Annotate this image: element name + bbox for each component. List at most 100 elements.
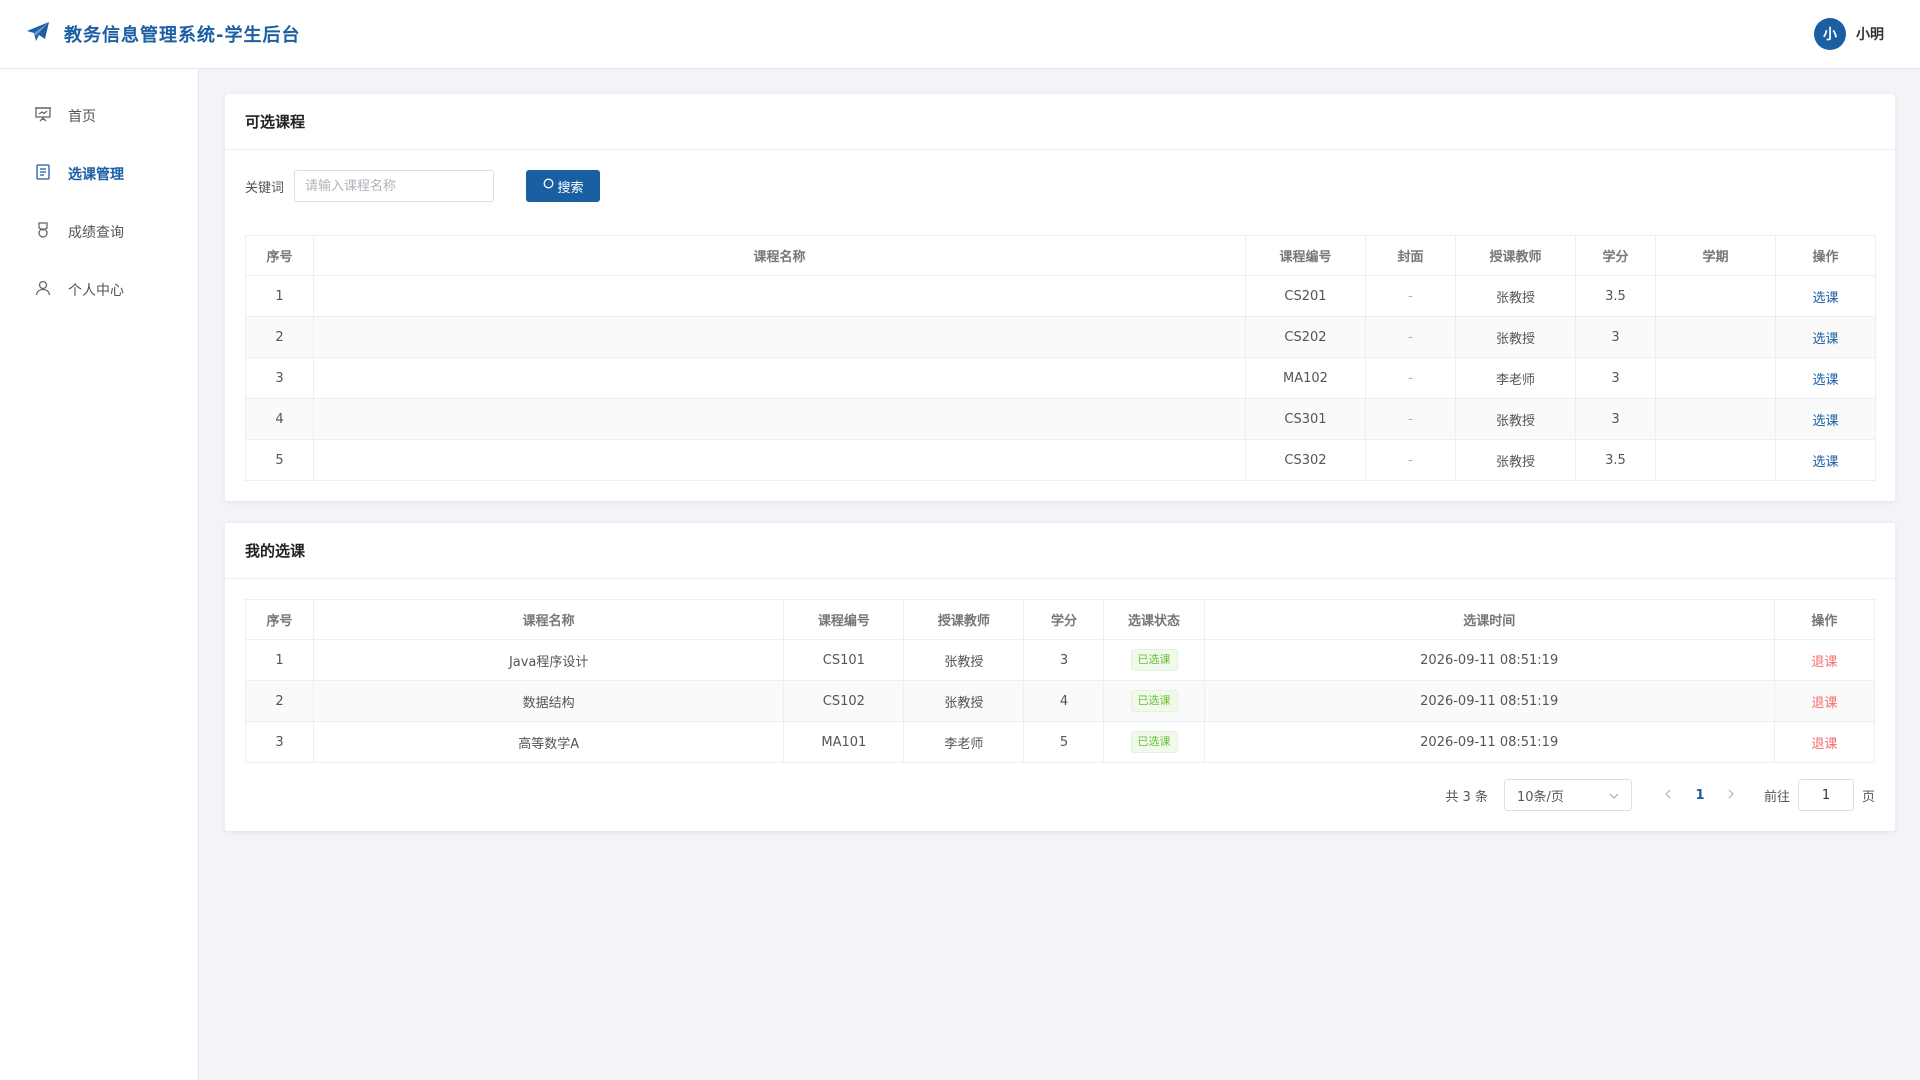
top-header: 教务信息管理系统-学生后台 小 小明	[0, 0, 1920, 69]
cell-credit: 3	[1023, 639, 1105, 681]
select-course-link[interactable]: 选课	[1812, 455, 1838, 470]
cell-credit: 3.5	[1575, 275, 1656, 317]
user-menu[interactable]: 小 小明	[1814, 18, 1892, 50]
column-header: 选课时间	[1203, 599, 1775, 640]
sidebar-item-label: 选课管理	[68, 167, 124, 183]
cell-action: 选课	[1775, 316, 1876, 358]
cell-credit: 3	[1575, 357, 1656, 399]
cell-name	[313, 439, 1246, 481]
cell-name	[313, 316, 1246, 358]
cell-name	[313, 357, 1246, 399]
cell-code: CS202	[1245, 316, 1366, 358]
cell-teacher: 张教授	[903, 639, 1025, 681]
sidebar-item-grades[interactable]: 成绩查询	[0, 203, 198, 261]
cell-cover: -	[1365, 275, 1456, 317]
cell-no: 4	[245, 398, 314, 440]
column-header: 序号	[245, 235, 314, 276]
cell-action: 退课	[1773, 721, 1876, 763]
cell-cover: -	[1365, 398, 1456, 440]
sidebar: 首页 选课管理 成绩查询 个人中心	[0, 69, 199, 1080]
table-row: 1 CS201 - 张教授 3.5 选课	[245, 275, 1876, 317]
column-header: 操作	[1775, 235, 1876, 276]
cell-action: 退课	[1773, 680, 1876, 722]
cell-code: CS101	[783, 639, 905, 681]
cell-teacher: 张教授	[1455, 316, 1576, 358]
user-name[interactable]: 小明	[1856, 24, 1884, 44]
goto-page-input[interactable]	[1797, 779, 1854, 811]
cell-credit: 4	[1023, 680, 1105, 722]
column-header: 授课教师	[903, 599, 1025, 640]
cell-code: MA101	[783, 721, 905, 763]
paper-plane-icon	[26, 21, 50, 47]
cell-time: 2026-09-11 08:51:19	[1203, 721, 1775, 763]
drop-course-link[interactable]: 退课	[1811, 655, 1837, 670]
cell-cover: -	[1365, 316, 1456, 358]
cell-action: 选课	[1775, 275, 1876, 317]
search-input[interactable]	[294, 170, 495, 202]
cell-name	[313, 275, 1246, 317]
column-header: 学分	[1023, 599, 1105, 640]
cell-action: 选课	[1775, 357, 1876, 399]
column-header: 操作	[1773, 599, 1876, 640]
column-header: 选课状态	[1103, 599, 1205, 640]
cell-teacher: 李老师	[903, 721, 1025, 763]
sidebar-item-home[interactable]: 首页	[0, 87, 198, 145]
cell-credit: 3.5	[1575, 439, 1656, 481]
drop-course-link[interactable]: 退课	[1811, 737, 1837, 752]
sidebar-item-course-selection[interactable]: 选课管理	[0, 145, 198, 203]
sidebar-item-profile[interactable]: 个人中心	[0, 261, 198, 319]
search-bar: 关键词 搜索	[245, 170, 1875, 202]
cell-teacher: 张教授	[903, 680, 1025, 722]
avatar[interactable]: 小	[1814, 18, 1846, 50]
cell-no: 1	[244, 639, 315, 681]
cell-time: 2026-09-11 08:51:19	[1203, 680, 1775, 722]
column-header: 授课教师	[1455, 235, 1576, 276]
cell-time: 2026-09-11 08:51:19	[1203, 639, 1775, 681]
search-button-label: 搜索	[557, 180, 584, 196]
page-size-value: 10条/页	[1516, 789, 1564, 805]
cell-code: CS102	[783, 680, 905, 722]
status-badge: 已选课	[1130, 731, 1178, 753]
select-course-link[interactable]: 选课	[1812, 373, 1838, 388]
select-course-link[interactable]: 选课	[1812, 291, 1838, 306]
page-number[interactable]: 1	[1684, 788, 1716, 803]
cell-code: CS301	[1245, 398, 1366, 440]
available-courses-table: 序号 课程名称 课程编号 封面 授课教师 学分 学期 操作 1 CS201 - …	[245, 235, 1876, 481]
table-row: 1 Java程序设计 CS101 张教授 3 已选课 2026-09-11 08…	[244, 639, 1876, 681]
prev-page-button[interactable]	[1652, 788, 1684, 803]
chevron-down-icon	[1609, 788, 1619, 803]
drop-course-link[interactable]: 退课	[1811, 696, 1837, 711]
brand: 教务信息管理系统-学生后台	[26, 21, 300, 47]
cell-action: 选课	[1775, 398, 1876, 440]
cell-teacher: 张教授	[1455, 275, 1576, 317]
select-course-link[interactable]: 选课	[1812, 414, 1838, 429]
cell-name	[313, 398, 1246, 440]
column-header: 封面	[1365, 235, 1456, 276]
pagination-total: 共 3 条	[1445, 789, 1488, 805]
sidebar-item-label: 个人中心	[68, 283, 124, 299]
cell-term	[1655, 316, 1776, 358]
cell-no: 2	[245, 316, 314, 358]
page-size-select[interactable]: 10条/页	[1503, 779, 1632, 811]
status-badge: 已选课	[1130, 690, 1178, 712]
cell-teacher: 李老师	[1455, 357, 1576, 399]
card-title: 可选课程	[225, 94, 1895, 150]
next-page-button[interactable]	[1716, 788, 1748, 803]
cell-code: MA102	[1245, 357, 1366, 399]
search-button[interactable]: 搜索	[526, 170, 601, 202]
cell-term	[1655, 439, 1776, 481]
column-header: 课程名称	[313, 235, 1246, 276]
card-title: 我的选课	[225, 523, 1895, 579]
search-icon	[543, 178, 555, 194]
cell-credit: 3	[1575, 398, 1656, 440]
table-header-row: 序号 课程名称 课程编号 封面 授课教师 学分 学期 操作	[245, 235, 1876, 276]
medal-icon	[34, 221, 52, 243]
cell-no: 1	[245, 275, 314, 317]
cell-action: 选课	[1775, 439, 1876, 481]
select-course-link[interactable]: 选课	[1812, 332, 1838, 347]
app-title: 教务信息管理系统-学生后台	[64, 25, 301, 46]
table-row: 3 MA102 - 李老师 3 选课	[245, 357, 1876, 399]
column-header: 课程编号	[1245, 235, 1366, 276]
table-header-row: 序号 课程名称 课程编号 授课教师 学分 选课状态 选课时间 操作	[244, 599, 1876, 640]
my-courses-card: 我的选课 序号 课程名称 课程编号 授课教师 学分 选课状态 选课时间 操作 1…	[225, 523, 1895, 831]
